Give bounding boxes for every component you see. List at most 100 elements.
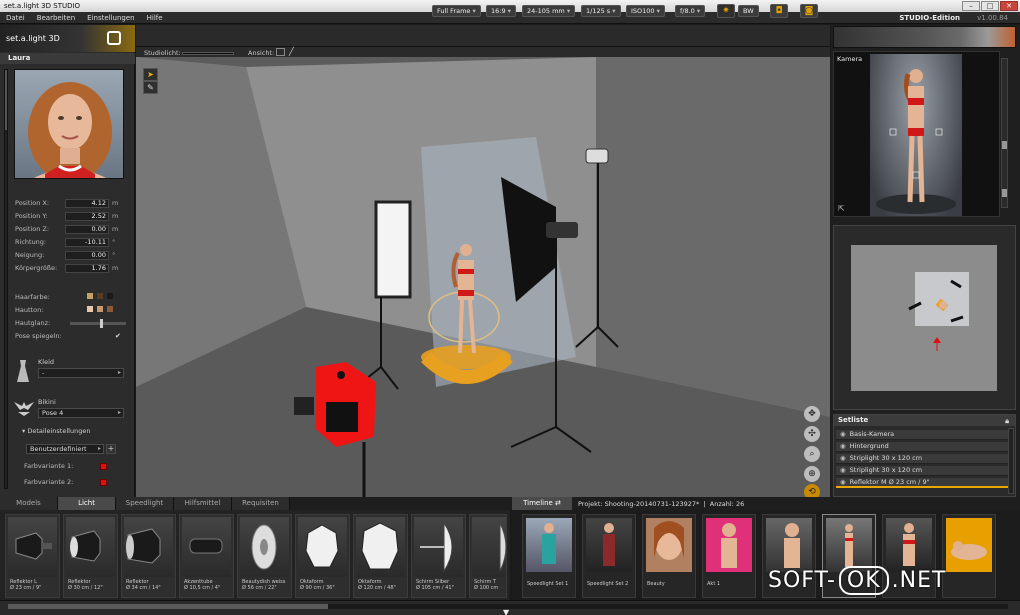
status-bar: ▼ xyxy=(0,600,1020,615)
aperture-dropdown[interactable]: f/8.0 xyxy=(675,5,706,17)
details-expander[interactable]: ▾ Detaileinstellungen xyxy=(22,427,90,435)
library-item[interactable]: Oktaform Ø 120 cm / 48" xyxy=(353,514,408,598)
tab-requisiten[interactable]: Requisiten xyxy=(232,497,290,510)
add-preset-button[interactable]: + xyxy=(106,444,116,454)
setliste-item[interactable]: ◉ Striplight 30 x 120 cm xyxy=(836,454,1008,464)
menu-hilfe[interactable]: Hilfe xyxy=(141,14,169,22)
setliste-item[interactable]: ◉ Basis-Kamera xyxy=(836,430,1008,440)
hair-swatch-blonde[interactable] xyxy=(87,293,93,299)
bikini-dropdown[interactable]: Pose 4 xyxy=(38,408,124,418)
eye-icon[interactable]: ◉ xyxy=(840,430,846,438)
lens-dropdown[interactable]: 24-105 mm xyxy=(522,5,576,17)
kleid-dropdown[interactable]: - xyxy=(38,368,124,378)
setliste-title: Setliste xyxy=(838,416,869,424)
tab-models[interactable]: Models xyxy=(0,497,58,510)
setliste-item[interactable]: ◉ Reflektor M Ø 23 cm / 9" xyxy=(836,478,1008,488)
position-y-input[interactable]: 2.52 xyxy=(65,211,109,221)
farbvariante-1-swatch[interactable] xyxy=(100,463,107,470)
eye-icon[interactable]: ◉ xyxy=(840,478,846,486)
timeline-shot[interactable] xyxy=(942,514,996,598)
menu-datei[interactable]: Datei xyxy=(0,14,31,22)
tab-speedlight[interactable]: Speedlight xyxy=(116,497,174,510)
library-item[interactable]: Schirm TØ 100 cm xyxy=(469,514,507,598)
neigung-input[interactable]: 0.00 xyxy=(65,250,109,260)
library-item[interactable]: Reflektor Ø 34 cm / 14" xyxy=(121,514,176,598)
farbvariante-2-swatch[interactable] xyxy=(100,479,107,486)
hair-swatch-brown[interactable] xyxy=(97,293,103,299)
lock-icon[interactable]: 🔒︎ xyxy=(1005,416,1009,427)
richtung-input[interactable]: -10.11 xyxy=(65,237,109,247)
grid-view-icon[interactable] xyxy=(276,48,285,56)
tab-licht[interactable]: Licht xyxy=(58,497,116,510)
menu-einstellungen[interactable]: Einstellungen xyxy=(81,14,140,22)
library-item[interactable]: Akzenttube Ø 10,5 cm / 4" xyxy=(179,514,234,598)
timeline-shot[interactable]: Speedlight Set 1 xyxy=(522,514,576,598)
skin-swatch-medium[interactable] xyxy=(97,306,103,312)
fullscreen-icon[interactable]: ⇱ xyxy=(838,204,845,213)
position-y-row: Position Y: 2.52 m xyxy=(15,211,119,221)
maximize-button[interactable]: □ xyxy=(981,1,999,11)
hautglanz-slider[interactable] xyxy=(70,319,126,328)
library-item[interactable]: Schirm Silber Ø 105 cm / 41" xyxy=(411,514,466,598)
position-z-row: Position Z: 0.00 m xyxy=(15,224,119,234)
ratio-dropdown[interactable]: 16:9 xyxy=(486,5,516,17)
logo-icon xyxy=(107,31,121,45)
skin-swatch-light[interactable] xyxy=(87,306,93,312)
eye-icon[interactable]: ◉ xyxy=(840,442,846,450)
watermark: SOFT- OK .NET xyxy=(768,566,947,595)
farbvariante-2-row: Farbvariante 2: xyxy=(24,478,74,486)
pencil-icon[interactable]: ╱ xyxy=(289,47,294,56)
minimize-button[interactable]: – xyxy=(962,1,980,11)
pose-spiegeln-check-icon[interactable]: ✔ xyxy=(115,332,121,340)
kleid-label: Kleid xyxy=(38,358,54,366)
bikini-label: Bikini xyxy=(38,398,56,406)
select-arrow-icon[interactable]: ➤ xyxy=(143,68,158,81)
camera-zoom-slider[interactable] xyxy=(1001,58,1008,208)
format-dropdown[interactable]: Full Frame xyxy=(432,5,481,17)
eye-icon[interactable]: ◉ xyxy=(840,466,846,474)
studio-viewport[interactable] xyxy=(136,57,830,497)
top-view-map[interactable] xyxy=(833,225,1016,410)
pan-nav-icon[interactable]: ⊕ xyxy=(804,466,820,482)
timeline-shot[interactable]: Akt 1 xyxy=(702,514,756,598)
library-item[interactable]: Reflektor LØ 23 cm / 9" xyxy=(5,514,60,598)
sun-icon[interactable]: ✷ xyxy=(717,4,735,18)
setliste-item[interactable]: ◉ Hintergrund xyxy=(836,442,1008,452)
model-panel-scrollbar[interactable] xyxy=(4,69,8,489)
tab-timeline[interactable]: Timeline ⇄ xyxy=(512,497,572,510)
move-nav-icon[interactable]: ✣ xyxy=(804,426,820,442)
skin-swatch-dark[interactable] xyxy=(107,306,113,312)
shutter-dropdown[interactable]: 1/125 s xyxy=(581,5,621,17)
library-item[interactable]: Reflektor Ø 30 cm / 12" xyxy=(63,514,118,598)
setliste-item[interactable]: ◉ Striplight 30 x 120 cm xyxy=(836,466,1008,476)
library-item[interactable]: Oktaform Ø 90 cm / 36" xyxy=(295,514,350,598)
timeline-header: Timeline ⇄ Projekt: Shooting-20140731-12… xyxy=(510,497,1020,510)
library-item[interactable]: Beautydish weiss Ø 56 cm / 22" xyxy=(237,514,292,598)
logo-text: set.a.light 3D xyxy=(6,34,60,43)
hautton-row: Hautton: xyxy=(15,305,130,315)
bw-button[interactable]: BW xyxy=(738,5,759,17)
menu-bearbeiten[interactable]: Bearbeiten xyxy=(31,14,81,22)
camera-icon[interactable]: ◘ xyxy=(770,4,788,18)
hair-swatch-black[interactable] xyxy=(107,293,113,299)
eye-icon[interactable]: ◉ xyxy=(840,454,846,462)
iso-dropdown[interactable]: ISO100 xyxy=(626,5,665,17)
pose-spiegeln-row: Pose spiegeln: ✔ xyxy=(15,332,121,340)
setliste-scrollbar[interactable] xyxy=(1008,428,1014,494)
koerpergroesse-input[interactable]: 1.76 xyxy=(65,263,109,273)
zoom-nav-icon[interactable]: ⌕ xyxy=(804,446,820,462)
position-z-input[interactable]: 0.00 xyxy=(65,224,109,234)
collapse-arrow-icon[interactable]: ▼ xyxy=(503,608,509,615)
preset-dropdown[interactable]: Benutzerdefiniert xyxy=(26,444,104,454)
camera-capture-icon[interactable]: ◙ xyxy=(800,4,818,18)
position-x-input[interactable]: 4.12 xyxy=(65,198,109,208)
tab-hilfsmittel[interactable]: Hilfsmittel xyxy=(174,497,232,510)
histogram xyxy=(833,26,1016,48)
close-button[interactable]: ✕ xyxy=(1000,1,1018,11)
studiolicht-slider[interactable] xyxy=(182,52,234,55)
rotate-nav-icon[interactable]: ✥ xyxy=(804,406,820,422)
timeline-shot[interactable]: Speedlight Set 2 xyxy=(582,514,636,598)
brush-icon[interactable]: ✎ xyxy=(143,81,158,94)
farbvariante-1-row: Farbvariante 1: xyxy=(24,462,74,470)
timeline-shot[interactable]: Beauty xyxy=(642,514,696,598)
